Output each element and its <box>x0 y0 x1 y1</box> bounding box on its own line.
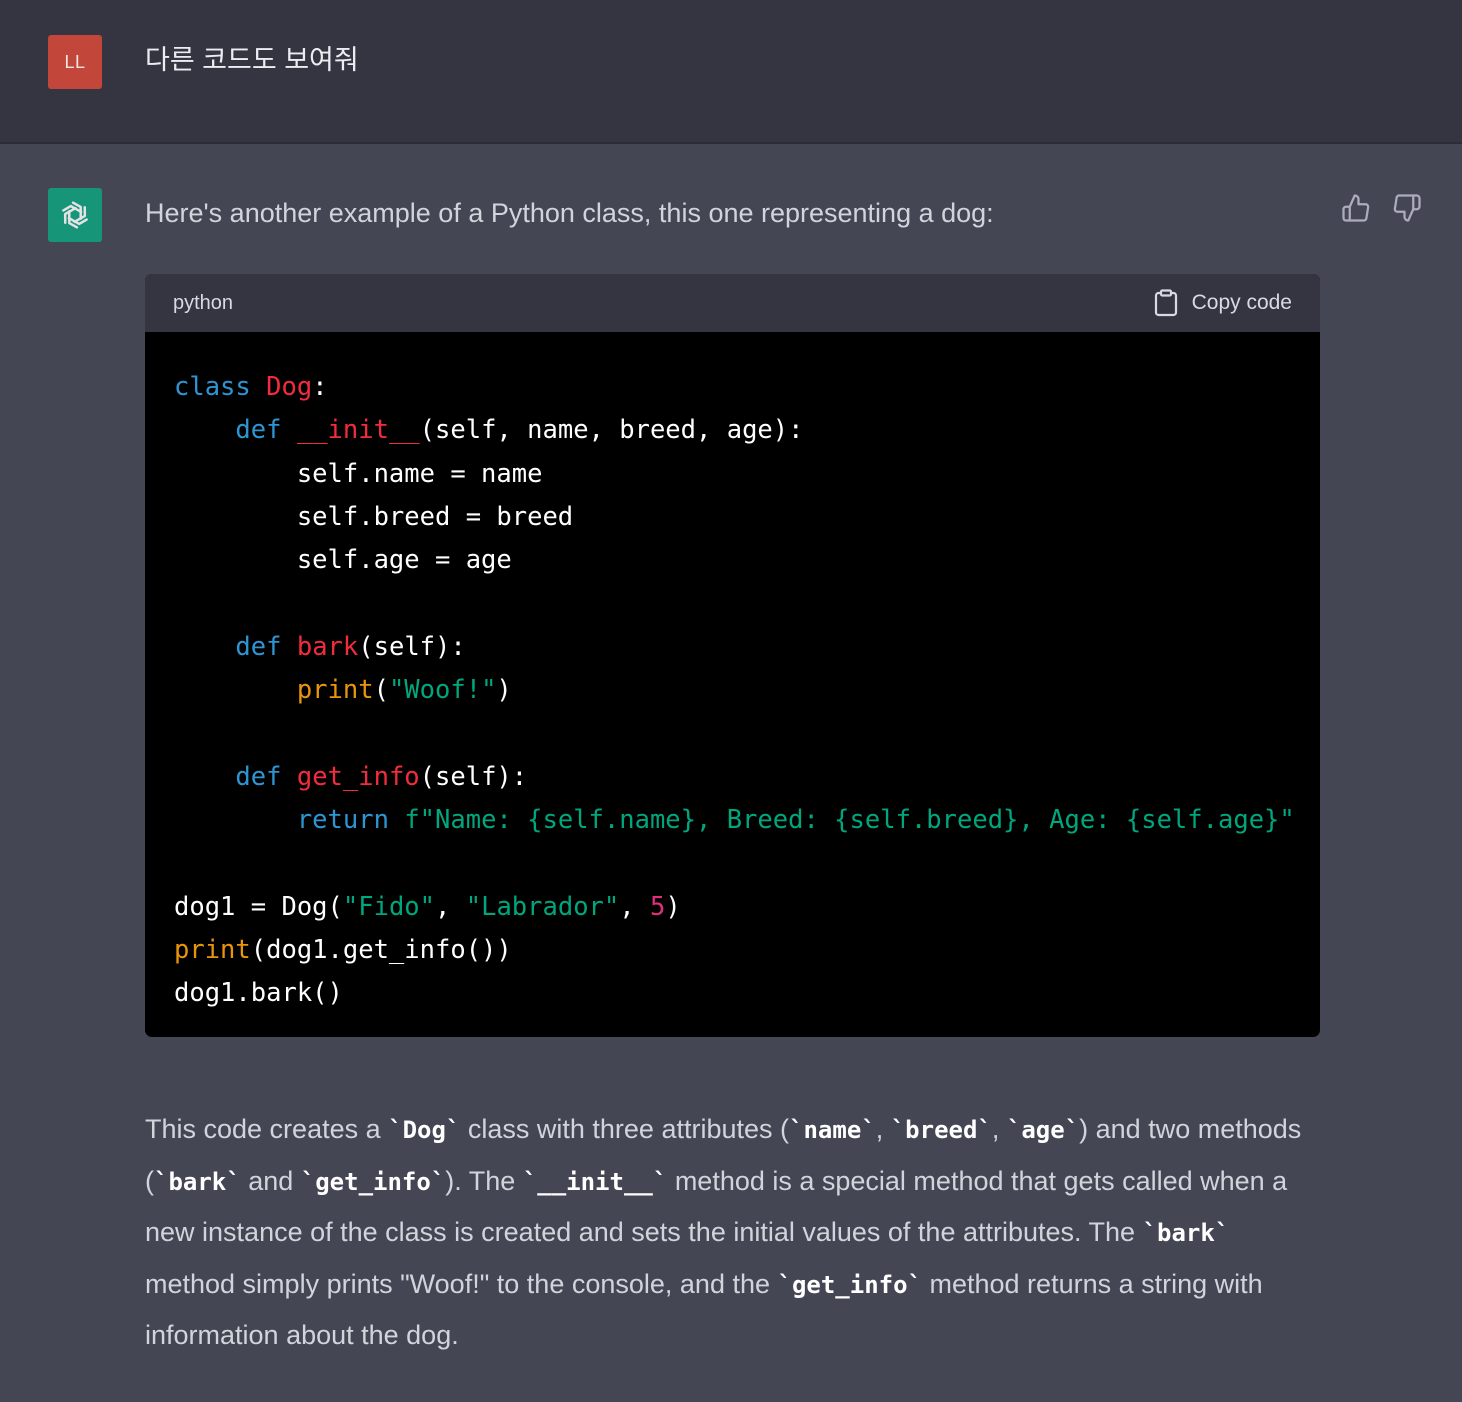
code-line: self.breed = breed <box>174 496 1291 539</box>
code-token: (self): <box>358 631 466 662</box>
inline-code: `get_info` <box>777 1270 923 1299</box>
openai-logo-icon <box>62 201 88 229</box>
user-message-row: LL 다른 코드도 보여줘 <box>0 0 1462 144</box>
code-token: print <box>296 675 374 706</box>
code-content: class Dog: def __init__(self, name, bree… <box>145 332 1320 1015</box>
summary-text-segment: , <box>991 1114 1007 1144</box>
summary-text-segment: class with three attributes ( <box>460 1114 790 1144</box>
code-token: class <box>174 372 251 402</box>
code-line: return f"Name: {self.name}, Breed: {self… <box>174 799 1295 842</box>
copy-code-button[interactable]: Copy code <box>1154 289 1292 317</box>
code-token: __init__ <box>296 415 420 446</box>
inline-code: `bark` <box>1142 1219 1230 1247</box>
thumbs-down-button[interactable] <box>1391 192 1423 224</box>
code-token: ( <box>373 675 389 706</box>
assistant-avatar <box>48 188 102 242</box>
code-line: def get_info(self): <box>174 756 1291 799</box>
code-token: "Labrador" <box>465 891 620 922</box>
assistant-summary-text: This code creates a `Dog` class with thr… <box>145 1104 1325 1361</box>
code-token: , <box>619 891 650 922</box>
code-line: self.name = name <box>174 453 1291 496</box>
code-token: , <box>435 891 466 922</box>
code-token: (self): <box>419 761 528 792</box>
code-token: self.name = name <box>174 458 543 489</box>
assistant-message-row: Here's another example of a Python class… <box>0 144 1462 1402</box>
code-line: print(dog1.get_info()) <box>174 929 1291 972</box>
code-token: self.age = age <box>174 545 512 576</box>
code-line: class Dog: <box>174 366 1291 409</box>
inline-code: `get_info` <box>300 1167 446 1196</box>
code-token: 5 <box>649 891 666 922</box>
code-token: f"Name: {self.name}, Breed: {self.breed}… <box>404 804 1295 835</box>
user-avatar: LL <box>48 35 102 89</box>
code-token: Dog <box>266 372 313 402</box>
inline-code: `breed` <box>890 1116 992 1144</box>
code-line: dog1 = Dog("Fido", "Labrador", 5) <box>174 886 1291 929</box>
thumbs-up-button[interactable] <box>1340 192 1372 224</box>
code-line: def __init__(self, name, breed, age): <box>174 409 1291 452</box>
code-token: dog1 = Dog( <box>174 891 343 922</box>
code-token: "Fido" <box>342 891 436 922</box>
code-token: print <box>174 934 251 965</box>
summary-text-segment: ). The <box>445 1165 523 1196</box>
inline-code: `__init__` <box>522 1167 668 1196</box>
code-token: self.breed = breed <box>174 501 574 532</box>
summary-text-segment: method simply prints "Woof!" to the cons… <box>145 1268 778 1299</box>
copy-code-label: Copy code <box>1191 291 1292 314</box>
code-line: print("Woof!") <box>174 669 1291 712</box>
code-block: python Copy code class Dog: def __init__… <box>145 274 1320 1037</box>
user-message-text: 다른 코드도 보여줘 <box>145 45 359 75</box>
clipboard-icon <box>1154 289 1177 317</box>
code-line: self.age = age <box>174 539 1291 582</box>
thumbs-up-icon <box>1342 194 1370 222</box>
code-block-header: python Copy code <box>145 274 1320 332</box>
code-token: "Woof!" <box>388 675 497 706</box>
code-token: def <box>235 415 282 446</box>
code-token: def <box>235 631 282 662</box>
code-token: def <box>235 761 282 792</box>
inline-code: `bark` <box>154 1167 241 1196</box>
code-line: def bark(self): <box>174 626 1291 669</box>
code-language-label: python <box>173 291 234 314</box>
code-token: ) <box>665 891 681 922</box>
code-token: return <box>296 804 389 835</box>
inline-code: `Dog` <box>388 1116 461 1144</box>
inline-code: `name` <box>789 1116 876 1144</box>
summary-text-segment: , <box>875 1114 891 1144</box>
code-token: get_info <box>296 761 420 792</box>
summary-text-segment: This code creates a <box>145 1114 389 1144</box>
code-token: ) <box>496 675 512 706</box>
code-token: : <box>312 372 328 402</box>
code-token: (self, name, breed, age): <box>419 415 804 446</box>
code-token: dog1.bark() <box>174 978 343 1009</box>
code-token: bark <box>296 631 359 662</box>
user-avatar-initials: LL <box>64 51 86 72</box>
assistant-intro-text: Here's another example of a Python class… <box>145 198 994 228</box>
thumbs-down-icon <box>1393 194 1421 222</box>
code-token: (dog1.get_info()) <box>250 934 512 965</box>
summary-text-segment: and <box>240 1165 301 1196</box>
code-line: dog1.bark() <box>174 972 1291 1015</box>
inline-code: `age` <box>1006 1116 1080 1144</box>
